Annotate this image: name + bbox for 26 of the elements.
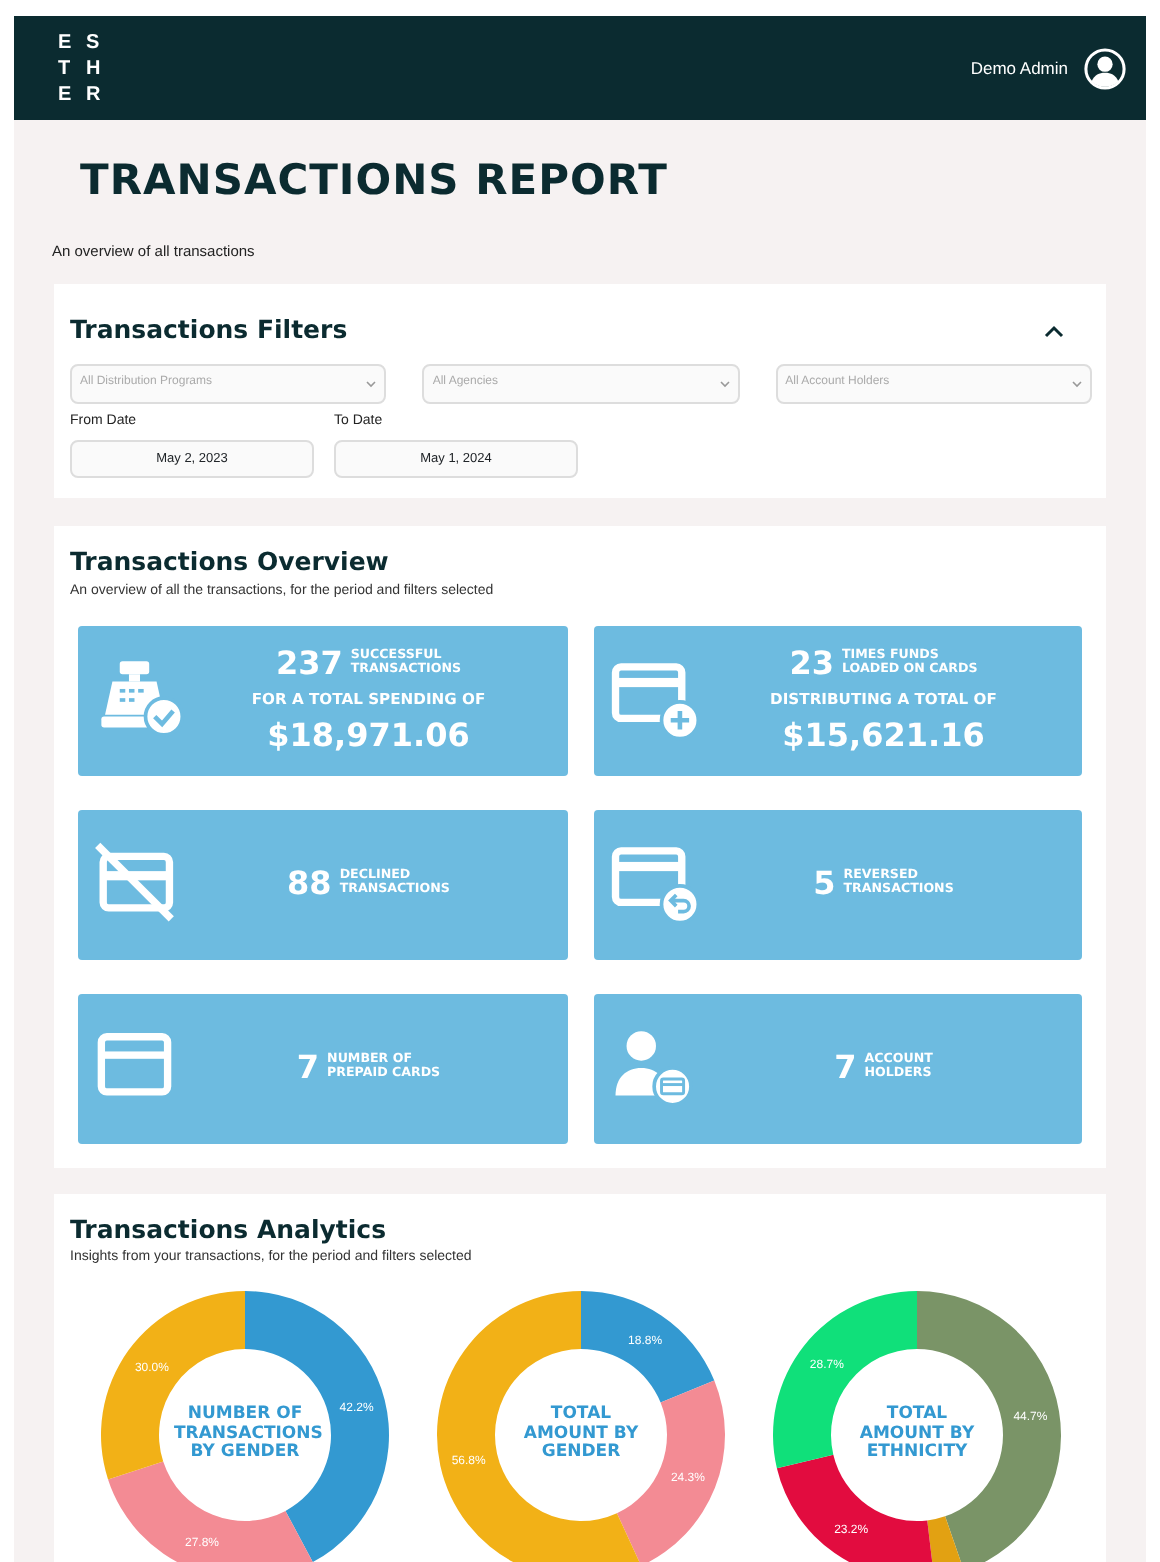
logo-letter: S [86,29,102,55]
stat-count: 7 [834,1052,857,1084]
section-title: Transactions Overview [70,544,391,581]
logo-letter: R [86,81,103,107]
stat-count: 5 [813,868,836,900]
logo-letter: E [58,29,74,55]
logo-letter: H [86,55,103,81]
user-name[interactable]: Demo Admin [970,55,1068,81]
chart-title: TOTAL AMOUNT BY ETHNICITY [857,1406,977,1463]
stat-count: 23 [789,648,835,681]
logo-letter: E [58,81,74,107]
logo-letter: T [58,55,73,81]
section-title: Transactions Filters [70,312,348,349]
user-avatar-icon[interactable] [1084,47,1126,89]
caret-icon [719,379,730,388]
page-title: TRANSACTIONS REPORT [80,154,670,208]
caret-icon [366,379,377,388]
section-title: Transactions Analytics [70,1211,389,1248]
stat-amount: $18,971.06 [267,719,470,752]
stat-count: 7 [296,1052,320,1084]
chart-title: TOTAL AMOUNT BY GENDER [521,1406,641,1463]
collapse-chevron-icon[interactable] [1044,324,1064,339]
stat-count: 237 [275,648,343,681]
caret-icon [1071,379,1082,388]
stat-count: 88 [287,868,332,900]
stat-amount: $15,621.16 [782,719,985,752]
